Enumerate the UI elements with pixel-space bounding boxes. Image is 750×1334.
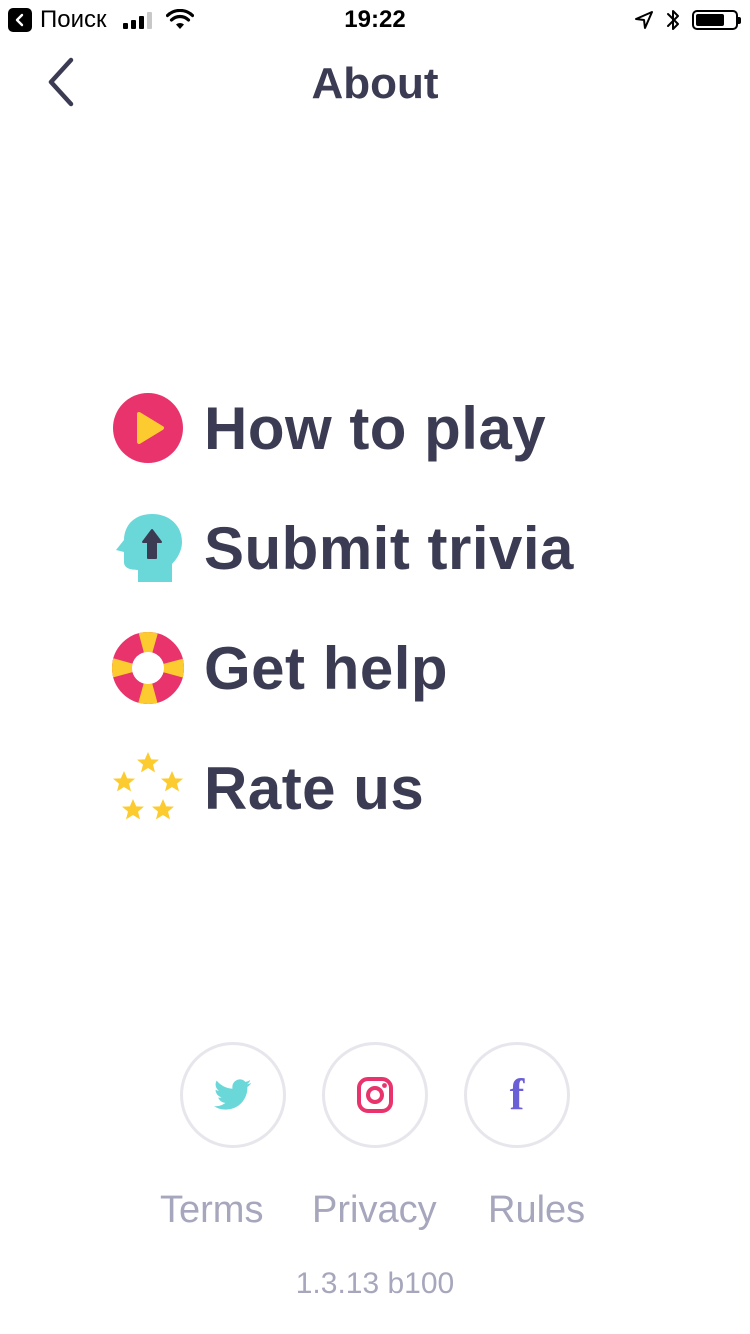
head-upload-icon [112, 512, 184, 584]
menu-item-label: Submit trivia [204, 514, 574, 582]
play-icon [112, 392, 184, 464]
menu-item-label: Get help [204, 634, 449, 702]
app-version: 1.3.13 b100 [295, 1267, 455, 1300]
location-arrow-icon [635, 11, 653, 29]
menu-item-label: Rate us [204, 754, 425, 822]
lifebuoy-icon [112, 632, 184, 704]
menu-item-submit-trivia[interactable]: Submit trivia [112, 488, 672, 608]
menu-item-label: How to play [204, 394, 547, 462]
footer-links: Terms Privacy Rules [130, 1186, 620, 1234]
stars-icon [112, 752, 184, 824]
instagram-button[interactable] [322, 1042, 428, 1148]
facebook-icon: f [509, 1070, 525, 1119]
rules-link[interactable]: Rules [488, 1186, 585, 1234]
twitter-icon [214, 1079, 252, 1110]
twitter-button[interactable] [180, 1042, 286, 1148]
privacy-link[interactable]: Privacy [312, 1186, 437, 1234]
menu-item-how-to-play[interactable]: How to play [112, 368, 672, 488]
header: About [0, 44, 750, 124]
page-title: About [311, 59, 439, 108]
menu-item-rate-us[interactable]: Rate us [112, 728, 672, 848]
instagram-icon [357, 1077, 393, 1113]
facebook-button[interactable]: f [464, 1042, 570, 1148]
bluetooth-icon [667, 10, 679, 30]
terms-link[interactable]: Terms [160, 1186, 263, 1234]
status-bar: Поиск 19:22 [0, 0, 750, 40]
about-menu: How to play Submit trivia Get help Rate … [112, 368, 672, 848]
menu-item-get-help[interactable]: Get help [112, 608, 672, 728]
social-links: f [180, 1042, 570, 1152]
battery-icon [692, 10, 741, 30]
